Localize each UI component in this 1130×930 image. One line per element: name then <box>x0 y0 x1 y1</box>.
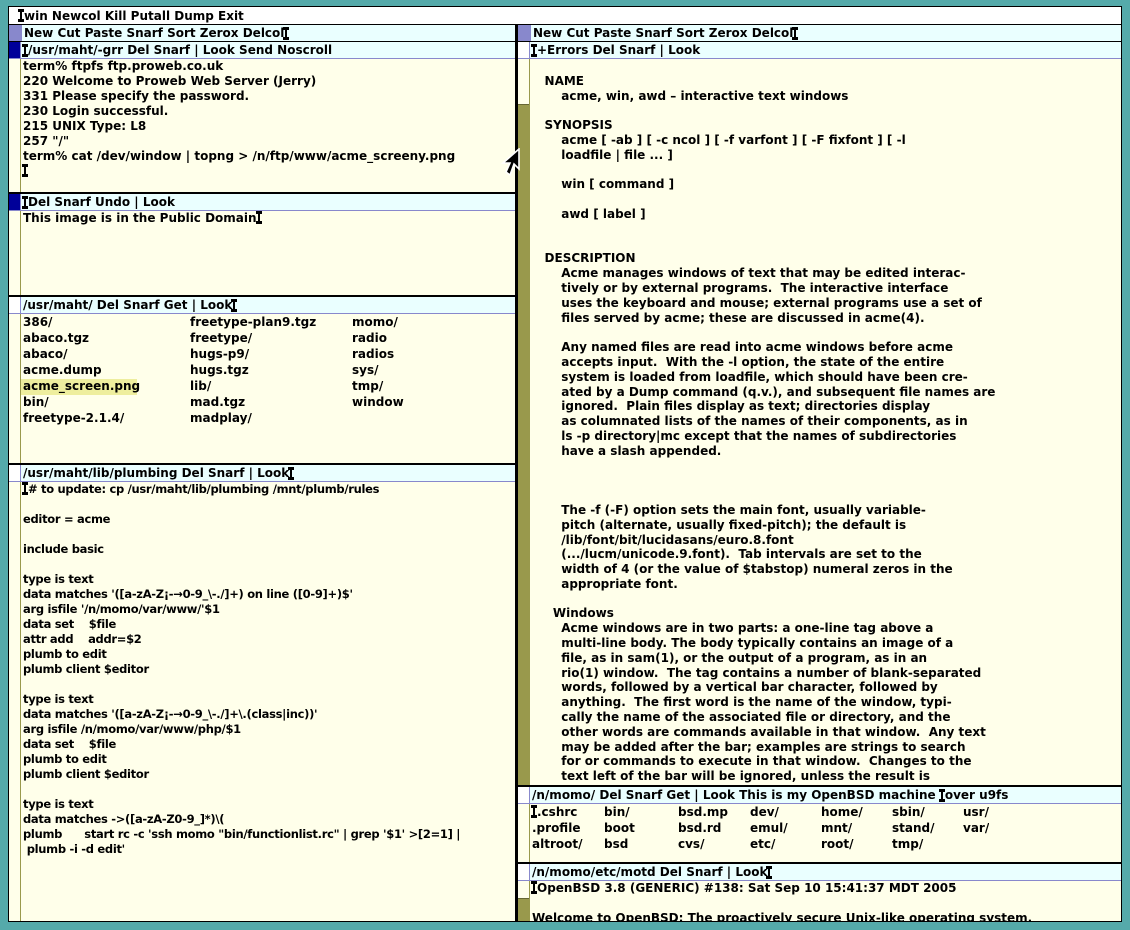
plumbing-text: # to update: cp /usr/maht/lib/plumbing /… <box>23 482 460 856</box>
dir-column[interactable]: momo/ radio radios sys/ tmp/ window <box>350 314 404 463</box>
terminal-tag[interactable]: /usr/maht/-grr Del Snarf | Look Send Nos… <box>9 42 515 59</box>
dir-column[interactable]: usr/ var/ <box>961 804 989 862</box>
column-left: New Cut Paste Snarf Sort Zerox Delcol /u… <box>9 25 515 921</box>
note-tag[interactable]: Del Snarf Undo | Look <box>9 194 515 211</box>
homedir-tag-text[interactable]: /usr/maht/ Del Snarf Get | Look <box>23 298 232 312</box>
window-terminal: /usr/maht/-grr Del Snarf | Look Send Nos… <box>9 42 515 192</box>
motd-text-area[interactable]: OpenBSD 3.8 (GENERIC) #138: Sat Sep 10 1… <box>530 881 1121 921</box>
window-momodir: /n/momo/ Del Snarf Get | Look This is my… <box>518 785 1121 862</box>
text-cursor <box>768 867 770 878</box>
main-menu-bar[interactable]: win Newcol Kill Putall Dump Exit <box>9 7 1121 25</box>
momodir-tag[interactable]: /n/momo/ Del Snarf Get | Look This is my… <box>518 787 1121 804</box>
homedir-body[interactable]: 386/ abaco.tgz abaco/ acme.dump acme_scr… <box>9 314 515 463</box>
homedir-scrollbar[interactable] <box>9 314 21 463</box>
mouse-arrow-cursor <box>498 148 522 178</box>
plumbing-tag-text[interactable]: /usr/maht/lib/plumbing Del Snarf | Look <box>23 466 289 480</box>
terminal-output-text: term% ftpfs ftp.proweb.co.uk 220 Welcome… <box>23 59 455 163</box>
column-layout-box-icon[interactable] <box>9 25 22 41</box>
clean-box-icon <box>9 465 21 481</box>
note-text-area[interactable]: This image is in the Public Domain <box>21 211 515 295</box>
note-scrollbar[interactable] <box>9 211 21 295</box>
scrollbar-thumb[interactable] <box>518 881 529 899</box>
errors-tag[interactable]: +Errors Del Snarf | Look <box>518 42 1121 59</box>
text-cursor <box>941 790 943 801</box>
column-right-tag[interactable]: New Cut Paste Snarf Sort Zerox Delcol <box>518 25 1121 42</box>
clean-box-icon <box>518 787 530 803</box>
window-errors: +Errors Del Snarf | Look NAME acme, win,… <box>518 42 1121 785</box>
window-note: Del Snarf Undo | Look This image is in t… <box>9 192 515 295</box>
column-layout-box-icon[interactable] <box>518 25 531 41</box>
homedir-tag[interactable]: /usr/maht/ Del Snarf Get | Look <box>9 297 515 314</box>
text-cursor <box>20 10 22 21</box>
text-cursor <box>290 468 292 479</box>
plumbing-body[interactable]: # to update: cp /usr/maht/lib/plumbing /… <box>9 482 515 921</box>
column-left-tag[interactable]: New Cut Paste Snarf Sort Zerox Delcol <box>9 25 515 42</box>
text-cursor <box>24 483 26 494</box>
motd-tag[interactable]: /n/momo/etc/motd Del Snarf | Look <box>518 864 1121 881</box>
clean-box-icon <box>9 297 21 313</box>
terminal-tag-text[interactable]: /usr/maht/-grr Del Snarf | Look Send Nos… <box>28 43 332 57</box>
errors-body[interactable]: NAME acme, win, awd – interactive text w… <box>518 59 1121 785</box>
dir-column-text: .cshrc .profile altroot/ <box>532 805 582 851</box>
terminal-body[interactable]: term% ftpfs ftp.proweb.co.uk 220 Welcome… <box>9 59 515 192</box>
dir-column[interactable]: freetype-plan9.tgz freetype/ hugs-p9/ hu… <box>188 314 350 463</box>
momodir-body[interactable]: .cshrc .profile altroot/ bin/ boot bsd b… <box>518 804 1121 862</box>
text-cursor <box>24 165 26 176</box>
dirty-box-icon <box>9 194 21 210</box>
errors-tag-text[interactable]: +Errors Del Snarf | Look <box>537 43 700 57</box>
column-right-commands[interactable]: New Cut Paste Snarf Sort Zerox Delcol <box>533 26 793 40</box>
dir-column[interactable]: .cshrc .profile altroot/ <box>530 804 602 862</box>
dir-column[interactable]: sbin/ stand/ tmp/ <box>890 804 961 862</box>
text-cursor <box>24 197 26 208</box>
text-cursor <box>24 45 26 56</box>
momodir-tag-text[interactable]: /n/momo/ Del Snarf Get | Look This is my… <box>532 788 940 802</box>
momodir-listing[interactable]: .cshrc .profile altroot/ bin/ boot bsd b… <box>530 804 1121 862</box>
text-cursor <box>533 45 535 56</box>
man-page-text[interactable]: NAME acme, win, awd – interactive text w… <box>530 59 1121 785</box>
rio-desktop: win Newcol Kill Putall Dump Exit New Cut… <box>0 0 1130 930</box>
plumbing-rules-text[interactable]: # to update: cp /usr/maht/lib/plumbing /… <box>21 482 515 921</box>
text-cursor <box>533 806 535 817</box>
main-menu-commands[interactable]: win Newcol Kill Putall Dump Exit <box>24 9 244 23</box>
dir-column[interactable]: bsd.mp bsd.rd cvs/ <box>676 804 748 862</box>
plumbing-tag[interactable]: /usr/maht/lib/plumbing Del Snarf | Look <box>9 465 515 482</box>
terminal-scrollbar[interactable] <box>9 59 21 192</box>
note-tag-text[interactable]: Del Snarf Undo | Look <box>28 195 175 209</box>
dir-column[interactable]: 386/ abaco.tgz abaco/ acme.dump acme_scr… <box>21 314 188 463</box>
window-homedir: /usr/maht/ Del Snarf Get | Look 386/ aba… <box>9 295 515 463</box>
column-right: New Cut Paste Snarf Sort Zerox Delcol +E… <box>518 25 1121 921</box>
motd-text: OpenBSD 3.8 (GENERIC) #138: Sat Sep 10 1… <box>532 881 1032 921</box>
motd-scrollbar[interactable] <box>518 881 530 921</box>
text-cursor <box>258 212 260 223</box>
motd-body[interactable]: OpenBSD 3.8 (GENERIC) #138: Sat Sep 10 1… <box>518 881 1121 921</box>
window-plumbing: /usr/maht/lib/plumbing Del Snarf | Look … <box>9 463 515 921</box>
text-cursor <box>285 28 287 39</box>
note-text: This image is in the Public Domain <box>23 211 257 225</box>
text-cursor <box>233 300 235 311</box>
dir-column[interactable]: home/ mnt/ root/ <box>819 804 890 862</box>
clean-box-icon <box>518 864 530 880</box>
acme-window: win Newcol Kill Putall Dump Exit New Cut… <box>8 6 1122 922</box>
dirty-box-icon <box>9 42 21 58</box>
momodir-tag-note[interactable]: over u9fs <box>945 788 1009 802</box>
homedir-listing[interactable]: 386/ abaco.tgz abaco/ acme.dump acme_scr… <box>21 314 515 463</box>
plumbing-scrollbar[interactable] <box>9 482 21 921</box>
dir-column[interactable]: dev/ emul/ etc/ <box>748 804 819 862</box>
column-left-commands[interactable]: New Cut Paste Snarf Sort Zerox Delcol <box>24 26 284 40</box>
dir-column[interactable]: bin/ boot bsd <box>602 804 676 862</box>
momodir-scrollbar[interactable] <box>518 804 530 862</box>
note-body[interactable]: This image is in the Public Domain <box>9 211 515 295</box>
window-motd: /n/momo/etc/motd Del Snarf | Look OpenBS… <box>518 862 1121 921</box>
terminal-output[interactable]: term% ftpfs ftp.proweb.co.uk 220 Welcome… <box>21 59 515 192</box>
scrollbar-thumb[interactable] <box>518 59 529 105</box>
text-cursor <box>533 882 535 893</box>
motd-tag-text[interactable]: /n/momo/etc/motd Del Snarf | Look <box>532 865 767 879</box>
clean-box-icon <box>518 42 530 58</box>
text-cursor <box>794 28 796 39</box>
columns-row: New Cut Paste Snarf Sort Zerox Delcol /u… <box>9 25 1121 921</box>
